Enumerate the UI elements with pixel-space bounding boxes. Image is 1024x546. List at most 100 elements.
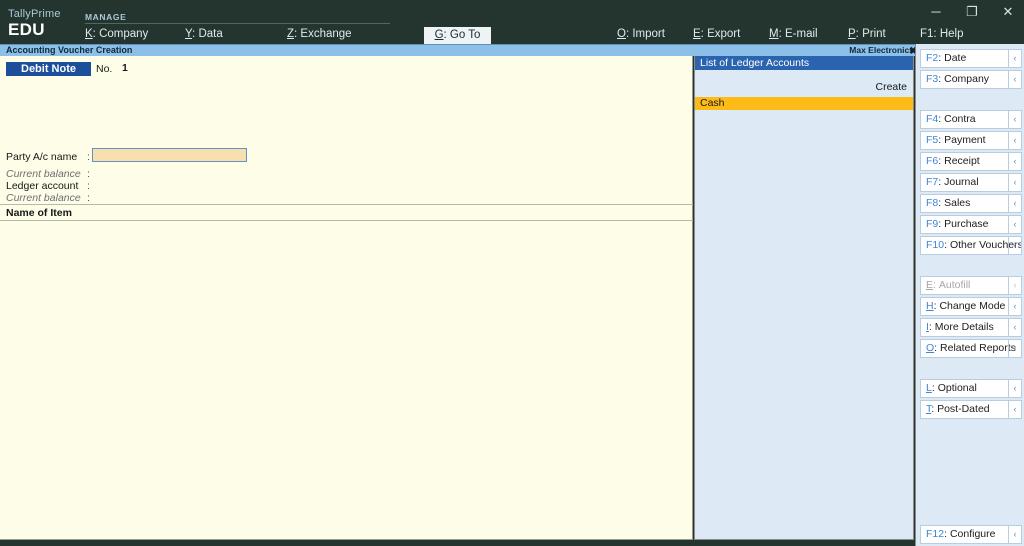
voucher-form: Debit Note No. 1 Party A/c name: Current … [0, 56, 693, 540]
menu-item-data[interactable]: Y: Data [185, 28, 223, 40]
chevron-left-icon[interactable]: ‹ [1008, 50, 1021, 67]
menu-item-company[interactable]: K: Company [85, 28, 148, 40]
field-label-party-a-c-name-0: Party A/c name [6, 151, 78, 163]
chevron-left-icon[interactable]: ‹ [1008, 153, 1021, 170]
sidebar-button-journal[interactable]: F7: Journal ‹ [920, 173, 1022, 192]
sidebar-button-key: F12 [926, 528, 945, 540]
sidebar-button-key: F2 [926, 52, 939, 64]
chevron-left-icon[interactable]: ‹ [1008, 298, 1021, 315]
sidebar-button-post-dated[interactable]: T: Post-Dated ‹ [920, 400, 1022, 419]
chevron-left-icon[interactable]: ‹ [1008, 380, 1021, 397]
menu-item-import[interactable]: O: Import [617, 28, 665, 40]
menu-key: Z [287, 28, 295, 40]
menu-item-export[interactable]: E: Export [693, 28, 740, 40]
chevron-left-icon[interactable]: ‹ [1008, 132, 1021, 149]
sidebar-button-autofill: E: Autofill ‹ [920, 276, 1022, 295]
sidebar-button-text: F7: Journal [926, 174, 979, 191]
sidebar-button-contra[interactable]: F4: Contra ‹ [920, 110, 1022, 129]
menu-key: E [693, 28, 701, 40]
menu-item-e-mail[interactable]: M: E-mail [769, 28, 818, 40]
chevron-left-icon[interactable]: ‹ [1008, 237, 1021, 254]
sidebar-button-change-mode[interactable]: H: Change Mode ‹ [920, 297, 1022, 316]
menu-label: Company [99, 28, 149, 40]
chevron-left-icon[interactable]: ‹ [1008, 526, 1021, 543]
sidebar-button-key: O [926, 342, 935, 354]
sidebar-button-label: Journal [944, 176, 979, 188]
sidebar-button-text: F2: Date [926, 50, 966, 67]
voucher-type-badge: Debit Note [6, 62, 91, 76]
sidebar-button-company[interactable]: F3: Company ‹ [920, 70, 1022, 89]
sidebar-button-text: T: Post-Dated [926, 401, 990, 418]
sidebar-button-text: F6: Receipt [926, 153, 980, 170]
sidebar-button-other-vouchers[interactable]: F10: Other Vouchers ‹ [920, 236, 1022, 255]
sidebar-button-payment[interactable]: F5: Payment ‹ [920, 131, 1022, 150]
sidebar-button-related-reports[interactable]: O: Related Reports ‹ [920, 339, 1022, 358]
sidebar-button-more-details[interactable]: I: More Details ‹ [920, 318, 1022, 337]
manage-section-label: MANAGE [85, 12, 127, 22]
voucher-no-label: No. [96, 63, 113, 75]
sidebar-button-key: F3 [926, 73, 939, 85]
chevron-left-icon[interactable]: ‹ [1008, 340, 1021, 357]
sidebar-button-date[interactable]: F2: Date ‹ [920, 49, 1022, 68]
chevron-left-icon[interactable]: ‹ [1008, 401, 1021, 418]
sidebar-button-receipt[interactable]: F6: Receipt ‹ [920, 152, 1022, 171]
voucher-no-value[interactable]: 1 [122, 62, 128, 74]
restore-icon[interactable]: ❐ [954, 2, 990, 22]
sidebar-button-label: Post-Dated [937, 403, 990, 415]
chevron-left-icon[interactable]: ‹ [1008, 195, 1021, 212]
sidebar-button-sales[interactable]: F8: Sales ‹ [920, 194, 1022, 213]
edition-badge: EDU [8, 20, 45, 39]
sidebar-button-label: Receipt [944, 155, 980, 167]
company-name: Max Electronics [849, 45, 914, 55]
sidebar-button-key: H [926, 300, 934, 312]
menu-key: M [769, 28, 779, 40]
party-ac-name-input[interactable] [92, 148, 247, 162]
sidebar-button-text: F9: Purchase [926, 216, 988, 233]
list-item[interactable]: Cash [695, 97, 913, 110]
chevron-left-icon[interactable]: ‹ [1008, 111, 1021, 128]
menu-item-help[interactable]: F1: Help [920, 28, 963, 40]
menu-label: Help [939, 28, 964, 40]
sidebar-button-purchase[interactable]: F9: Purchase ‹ [920, 215, 1022, 234]
sidebar-button-label: Autofill [938, 279, 971, 291]
field-colon-2: : [87, 180, 90, 192]
chevron-left-icon[interactable]: ‹ [1008, 216, 1021, 233]
sidebar-button-key: E [926, 279, 934, 291]
sidebar-button-text: F12: Configure [926, 526, 995, 543]
menu-item-exchange[interactable]: Z: Exchange [287, 28, 352, 40]
sidebar-button-text: H: Change Mode [926, 298, 1005, 315]
sidebar-button-text: F5: Payment [926, 132, 986, 149]
sidebar-button-key: F9 [926, 218, 939, 230]
top-header-bar: TallyPrime EDU MANAGE K: Company Y: Data Z… [0, 0, 1024, 44]
chevron-left-icon[interactable]: ‹ [1008, 277, 1021, 294]
sidebar-button-label: Configure [949, 528, 996, 540]
sidebar-button-key: F4 [926, 113, 939, 125]
field-label-current-balance-3: Current balance [6, 192, 81, 204]
menu-item-print[interactable]: P: Print [848, 28, 886, 40]
sidebar-button-optional[interactable]: L: Optional ‹ [920, 379, 1022, 398]
field-colon-1: : [87, 168, 90, 180]
ledger-create-option[interactable]: Create [875, 81, 907, 93]
menu-label: Import [632, 28, 665, 40]
minimize-icon[interactable]: ─ [918, 2, 954, 22]
close-icon[interactable]: ✕ [990, 2, 1024, 22]
sidebar-button-configure[interactable]: F12: Configure ‹ [920, 525, 1022, 544]
manage-divider [85, 23, 390, 24]
chevron-left-icon[interactable]: ‹ [1008, 174, 1021, 191]
chevron-left-icon[interactable]: ‹ [1008, 71, 1021, 88]
menu-label: Export [707, 28, 741, 40]
menu-key: F1 [920, 28, 934, 40]
chevron-left-icon[interactable]: ‹ [1008, 319, 1021, 336]
sidebar-button-text: F3: Company [926, 71, 989, 88]
field-colon-0: : [87, 151, 90, 163]
ledger-accounts-panel: List of Ledger Accounts Create Cash [694, 56, 914, 540]
ledger-panel-title: List of Ledger Accounts [695, 56, 913, 70]
screen-title-bar: Accounting Voucher Creation Max Electron… [0, 44, 1024, 56]
go-to-button[interactable]: G: Go To [424, 27, 491, 44]
menu-key: P [848, 28, 856, 40]
page-title: Accounting Voucher Creation [6, 45, 133, 55]
menu-key: K [85, 28, 93, 40]
sidebar-button-label: Contra [944, 113, 976, 125]
sidebar-button-label: Company [944, 73, 990, 85]
sidebar-button-label: More Details [934, 321, 994, 333]
